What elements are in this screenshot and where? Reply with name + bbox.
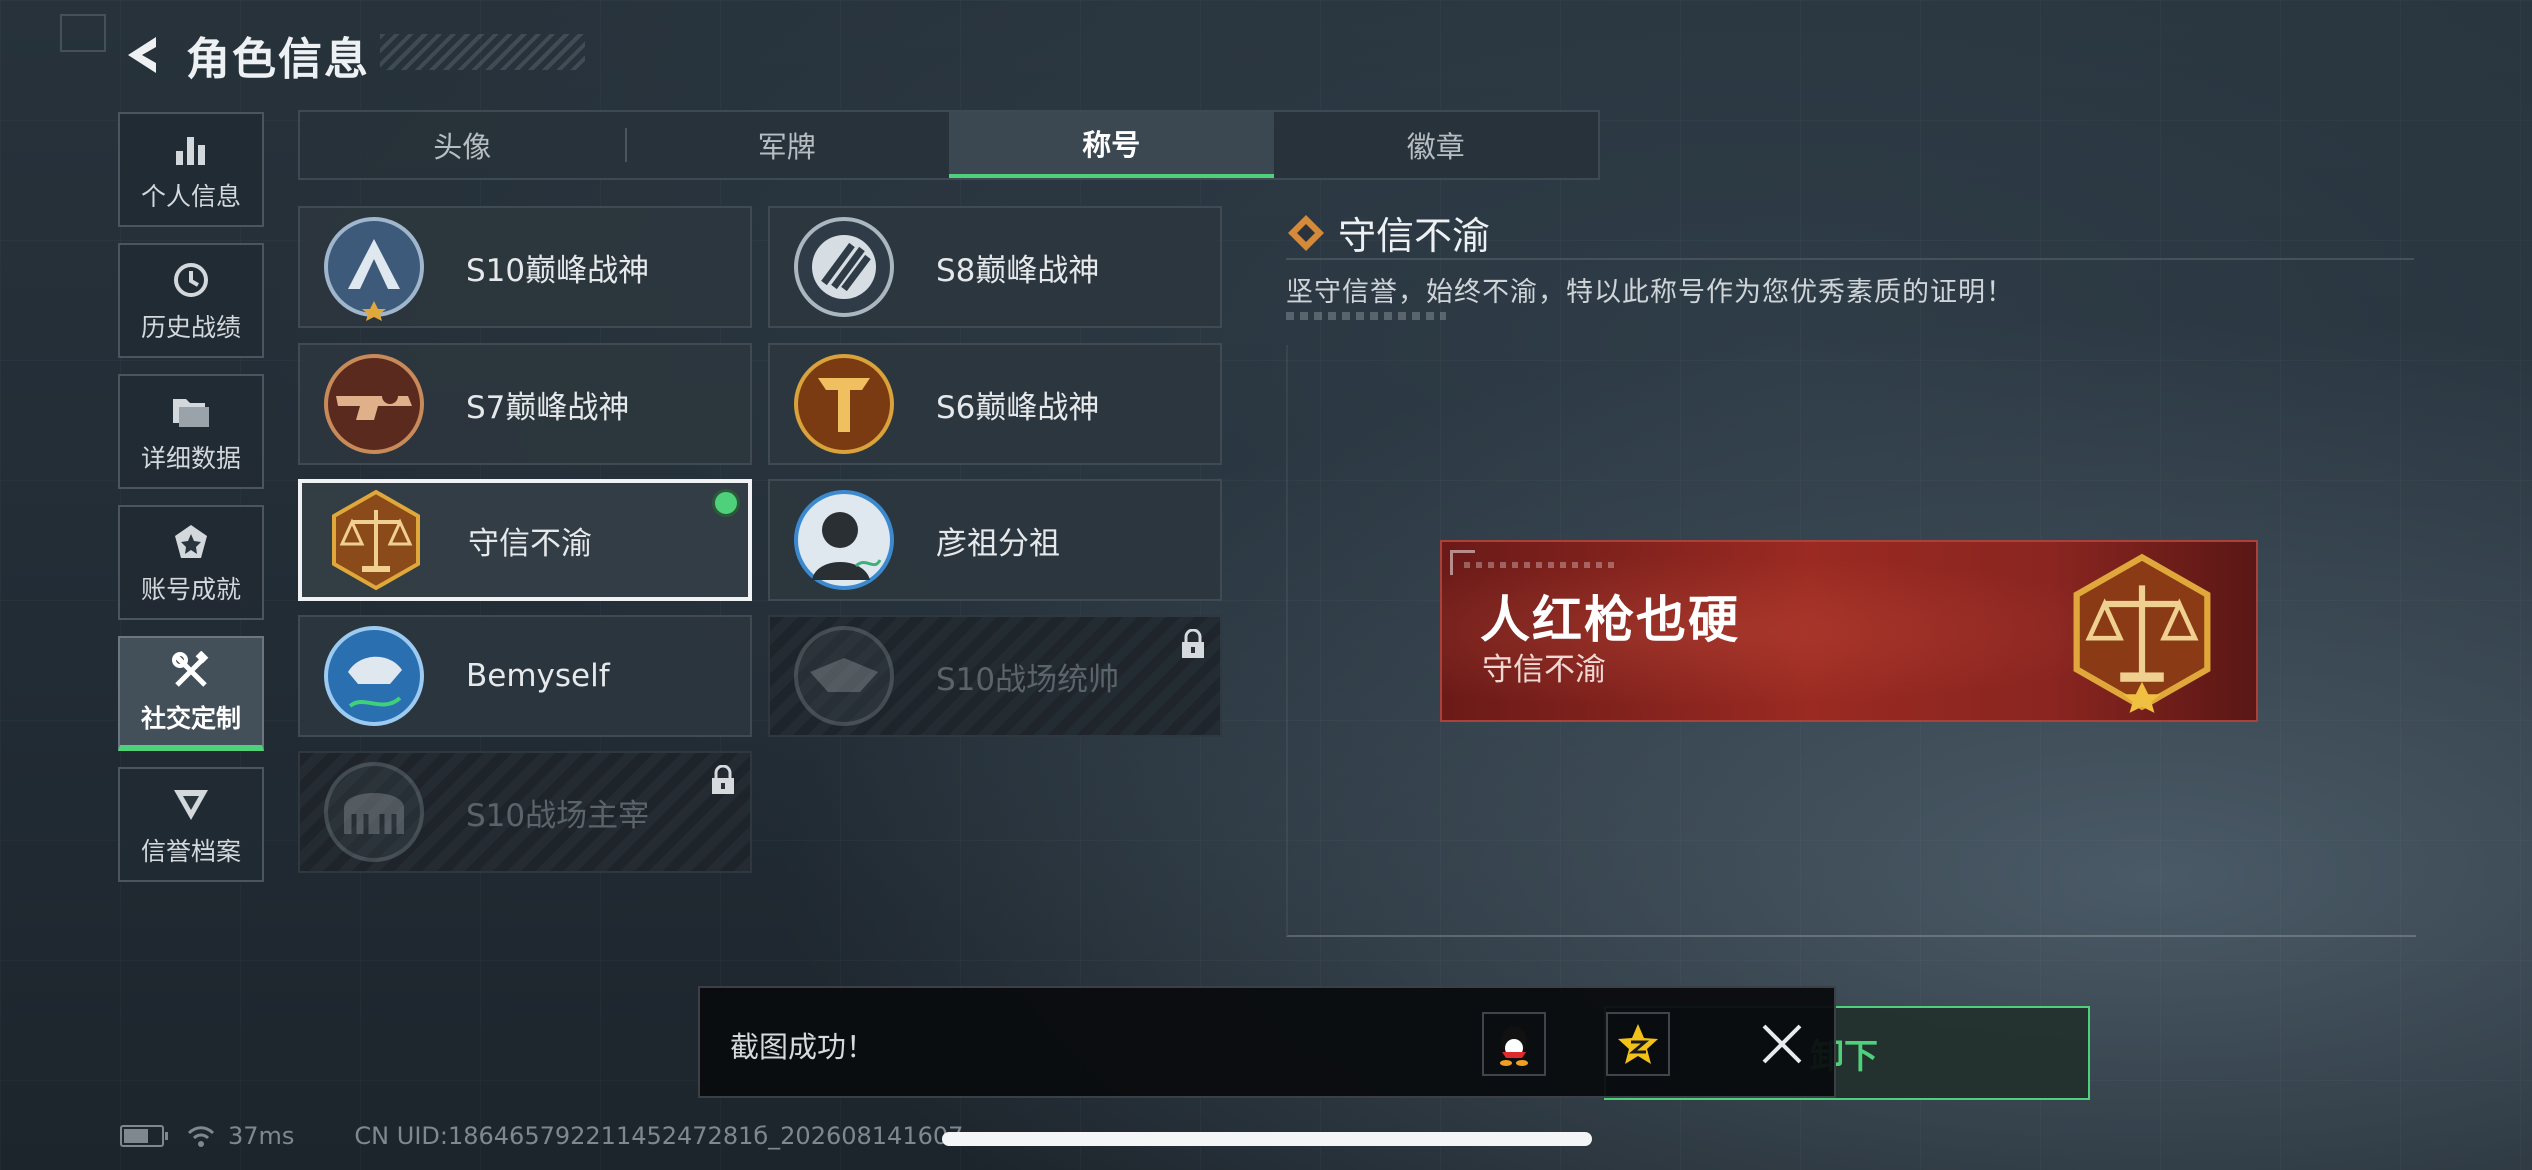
uid-text: CN UID:18646579221145247281б_20260814160… bbox=[354, 1122, 964, 1150]
nav-label: 详细数据 bbox=[140, 443, 241, 473]
nav-label: 个人信息 bbox=[140, 181, 241, 211]
close-toast-button[interactable] bbox=[1752, 1014, 1812, 1074]
title-card[interactable]: S10巅峰战神 bbox=[298, 206, 752, 328]
title-card-locked[interactable]: S10战场主宰 bbox=[298, 751, 752, 873]
back-button[interactable] bbox=[118, 31, 166, 79]
banner-title: 守信不渝 bbox=[1482, 652, 1606, 688]
detail-header: 守信不渝 bbox=[1286, 205, 1490, 260]
detail-description: 坚守信誉，始终不渝，特以此称号作为您优秀素质的证明！ bbox=[1286, 277, 2014, 308]
nav-item-social-custom[interactable]: 社交定制 bbox=[118, 636, 264, 751]
nav-label: 信誉档案 bbox=[140, 836, 241, 866]
page-header: 角色信息 bbox=[118, 20, 370, 90]
detail-decoration bbox=[1286, 312, 1446, 320]
battery-icon bbox=[120, 1125, 168, 1147]
nav-item-credit-record[interactable]: 信誉档案 bbox=[118, 767, 264, 882]
nav-item-achievements[interactable]: 账号成就 bbox=[118, 505, 264, 620]
credit-icon bbox=[169, 782, 213, 826]
title-card[interactable]: S7巅峰战神 bbox=[298, 343, 752, 465]
tab-avatar[interactable]: 头像 bbox=[300, 112, 625, 178]
side-nav: 个人信息 历史战绩 详细数据 账号成就 社交定制 信誉档案 bbox=[118, 112, 266, 898]
s8-peak-emblem-icon bbox=[790, 213, 898, 321]
title-name: S6巅峰战神 bbox=[936, 389, 1100, 426]
toast-message: 截图成功！ bbox=[730, 1030, 876, 1064]
achievement-icon bbox=[169, 520, 213, 564]
title-card[interactable]: S8巅峰战神 bbox=[768, 206, 1222, 328]
title-card[interactable]: S6巅峰战神 bbox=[768, 343, 1222, 465]
equipped-indicator bbox=[712, 489, 740, 517]
screenshot-toast: 截图成功！ bbox=[698, 986, 1836, 1098]
bar-chart-icon bbox=[169, 127, 213, 171]
title-name: Bemyself bbox=[466, 658, 610, 694]
banner-decoration bbox=[1464, 562, 1614, 568]
history-icon bbox=[169, 258, 213, 302]
detail-divider bbox=[1286, 258, 2414, 260]
s6-peak-emblem-icon bbox=[790, 350, 898, 458]
wifi-icon bbox=[187, 1126, 215, 1147]
category-tabs: 头像 军牌 称号 徽章 bbox=[298, 110, 1600, 180]
title-card[interactable]: Bemyself bbox=[298, 615, 752, 737]
banner-player-name: 人红枪也硬 bbox=[1480, 591, 1740, 649]
s10-commander-emblem-icon bbox=[790, 622, 898, 730]
title-name: S10巅峰战神 bbox=[466, 252, 650, 289]
nav-item-personal-info[interactable]: 个人信息 bbox=[118, 112, 264, 227]
tab-badge[interactable]: 徽章 bbox=[1274, 112, 1599, 178]
corner-decoration bbox=[60, 14, 106, 52]
portrait-emblem-icon bbox=[790, 486, 898, 594]
tab-title[interactable]: 称号 bbox=[949, 112, 1274, 178]
nav-item-history[interactable]: 历史战绩 bbox=[118, 243, 264, 358]
folder-icon bbox=[169, 389, 213, 433]
nav-label: 账号成就 bbox=[140, 574, 241, 604]
scales-emblem-icon bbox=[322, 486, 430, 594]
back-arrow-icon bbox=[128, 37, 156, 73]
qq-penguin-icon bbox=[1500, 1026, 1528, 1066]
lock-icon bbox=[710, 764, 736, 795]
title-name: 守信不渝 bbox=[468, 525, 592, 562]
s7-peak-emblem-icon bbox=[320, 350, 428, 458]
share-qzone-button[interactable] bbox=[1606, 1012, 1670, 1076]
bemyself-emblem-icon bbox=[320, 622, 428, 730]
diamond-icon bbox=[1288, 214, 1324, 251]
title-name: S8巅峰战神 bbox=[936, 252, 1100, 289]
s10-dominator-emblem-icon bbox=[320, 758, 428, 866]
ping-value: 37ms bbox=[228, 1122, 295, 1150]
title-name: S10战场统帅 bbox=[936, 661, 1120, 698]
status-bar: 37ms CN UID:18646579221145247281б_202608… bbox=[120, 1122, 963, 1150]
home-indicator[interactable] bbox=[942, 1132, 1592, 1146]
tab-dog-tag[interactable]: 军牌 bbox=[624, 112, 950, 178]
lock-icon bbox=[1180, 628, 1206, 659]
nav-label: 历史战绩 bbox=[140, 312, 241, 342]
title-card-selected[interactable]: 守信不渝 bbox=[298, 479, 752, 601]
title-card[interactable]: 彦祖分祖 bbox=[768, 479, 1222, 601]
title-name: S10战场主宰 bbox=[466, 797, 650, 834]
detail-title: 守信不渝 bbox=[1338, 214, 1491, 258]
page-title: 角色信息 bbox=[186, 34, 370, 85]
title-hatch-decoration bbox=[380, 34, 585, 70]
nav-label: 社交定制 bbox=[140, 703, 241, 733]
close-icon bbox=[1762, 1024, 1802, 1064]
title-name: S7巅峰战神 bbox=[466, 389, 630, 426]
title-name: 彦祖分祖 bbox=[936, 525, 1060, 562]
nav-item-detail-data[interactable]: 详细数据 bbox=[118, 374, 264, 489]
scales-emblem-icon bbox=[2058, 548, 2226, 716]
title-card-locked[interactable]: S10战场统帅 bbox=[768, 615, 1222, 737]
share-qq-button[interactable] bbox=[1482, 1012, 1546, 1076]
qzone-star-icon bbox=[1618, 1024, 1658, 1064]
s10-peak-emblem-icon bbox=[320, 213, 428, 321]
title-banner-preview: 人红枪也硬 守信不渝 bbox=[1440, 540, 2258, 722]
tools-icon bbox=[169, 649, 213, 693]
